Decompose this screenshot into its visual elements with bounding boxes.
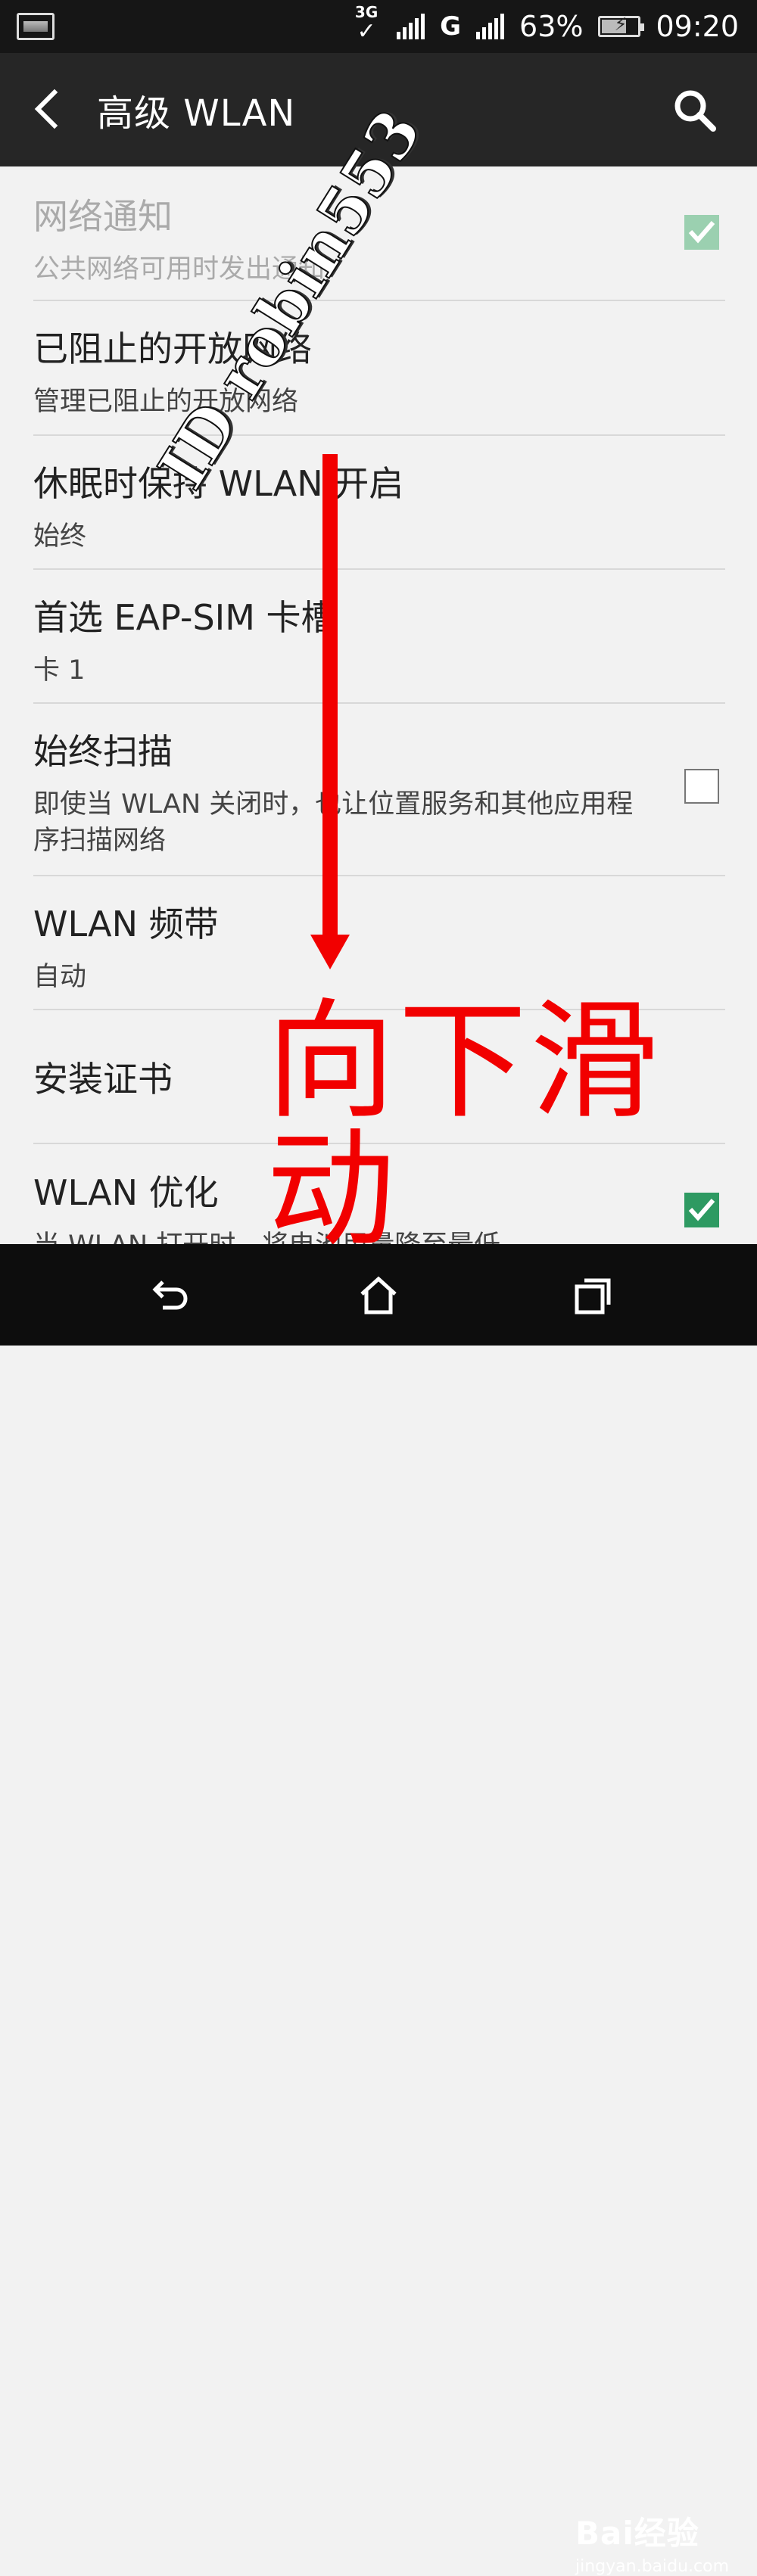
signal-bars-2-icon bbox=[476, 14, 505, 39]
pref-keep-wlan-on-sleep[interactable]: 休眠时保持 WLAN 开启 始终 bbox=[33, 456, 725, 555]
network-notification-checkbox[interactable] bbox=[684, 215, 719, 250]
nav-back-button[interactable] bbox=[146, 1273, 192, 1318]
status-bar: 3G ✓ G 63% ⚡ 09:20 bbox=[0, 0, 757, 53]
pref-title: 休眠时保持 WLAN 开启 bbox=[33, 463, 404, 504]
divider bbox=[33, 300, 725, 301]
pref-wlan-band[interactable]: WLAN 频带 自动 bbox=[33, 897, 725, 995]
battery-charging-icon: ⚡ bbox=[598, 14, 645, 37]
signal-bars-1-icon bbox=[397, 14, 425, 39]
pref-title: WLAN 频带 bbox=[33, 904, 219, 944]
divider bbox=[33, 568, 725, 570]
pref-title: 已阻止的开放网络 bbox=[33, 328, 312, 369]
network-3g-icon: 3G ✓ bbox=[354, 3, 378, 45]
always-scan-checkbox[interactable] bbox=[684, 769, 719, 804]
arrow-head-icon bbox=[310, 935, 350, 969]
back-button[interactable] bbox=[27, 86, 73, 132]
home-icon bbox=[360, 1276, 397, 1314]
page-title: 高级 WLAN bbox=[97, 92, 296, 135]
pref-blocked-open-networks[interactable]: 已阻止的开放网络 管理已阻止的开放网络 bbox=[33, 322, 725, 420]
scroll-down-arrow bbox=[322, 454, 338, 938]
logo-site: jingyan.baidu.com bbox=[575, 2557, 730, 2576]
undo-arrow-icon bbox=[152, 1280, 188, 1310]
nav-home-button[interactable] bbox=[356, 1273, 401, 1318]
pref-summary: 管理已阻止的开放网络 bbox=[33, 387, 299, 417]
pref-title: 始终扫描 bbox=[33, 731, 173, 772]
carrier-type-label: G bbox=[440, 11, 462, 42]
clock: 09:20 bbox=[656, 10, 739, 43]
chevron-left-icon bbox=[34, 89, 58, 129]
pref-always-scan[interactable]: 始终扫描 即使当 WLAN 关闭时，也让位置服务和其他应用程序扫描网络 bbox=[33, 724, 725, 859]
search-button[interactable] bbox=[671, 86, 719, 135]
battery-percent: 63% bbox=[519, 10, 584, 43]
search-icon bbox=[674, 90, 716, 132]
nav-recents-button[interactable] bbox=[569, 1273, 615, 1318]
pref-title: 首选 EAP-SIM 卡槽 bbox=[33, 597, 336, 638]
navigation-bar: Bai经验 jingyan.baidu.com bbox=[0, 1244, 757, 2576]
divider bbox=[33, 702, 725, 704]
divider bbox=[33, 875, 725, 876]
scroll-instruction: 向下滑动 bbox=[266, 987, 662, 1265]
pref-eap-sim-slot[interactable]: 首选 EAP-SIM 卡槽 卡 1 bbox=[33, 590, 725, 689]
gallery-notification-icon bbox=[17, 13, 55, 40]
baidu-jingyan-logo: Bai经验 jingyan.baidu.com bbox=[575, 2508, 729, 2576]
logo-text: Bai经验 bbox=[575, 2515, 699, 2552]
check-icon bbox=[688, 221, 715, 244]
recent-apps-icon bbox=[575, 1278, 611, 1314]
divider bbox=[33, 434, 725, 436]
